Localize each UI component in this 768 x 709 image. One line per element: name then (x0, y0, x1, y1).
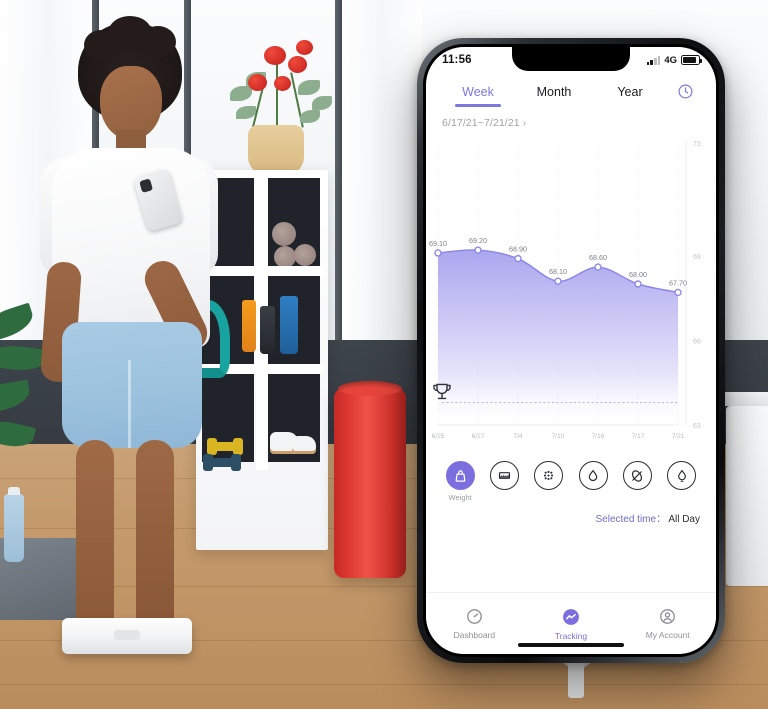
svg-text:68.00: 68.00 (629, 270, 647, 279)
phone-bezel: 11:56 4G Week Month Year 6/17/21~7/21/21… (423, 44, 719, 657)
bmi-icon (489, 461, 519, 490)
bottle-dark (260, 306, 275, 354)
period-tabs: Week Month Year (426, 73, 716, 107)
dashboard-icon (466, 609, 482, 624)
svg-text:69.20: 69.20 (469, 236, 487, 245)
date-range-text: 6/17/21~7/21/21 (442, 117, 520, 129)
metric-weight-label: Weight (448, 493, 472, 502)
svg-text:7/21: 7/21 (672, 433, 685, 440)
date-range-selector[interactable]: 6/17/21~7/21/21 › (426, 107, 716, 131)
svg-text:68.90: 68.90 (509, 245, 527, 254)
nav-dashboard[interactable]: Dashboard (426, 593, 523, 654)
svg-text:66: 66 (693, 338, 701, 345)
battery-icon (681, 55, 702, 65)
network-type-label: 4G (664, 54, 677, 66)
selected-time-label: Selected time： (595, 514, 667, 525)
nav-dashboard-label: Dashboard (453, 630, 496, 640)
phone-screen: 11:56 4G Week Month Year 6/17/21~7/21/21… (426, 47, 716, 654)
smartphone-device: 11:56 4G Week Month Year 6/17/21~7/21/21… (417, 38, 725, 663)
body-fat-icon (534, 461, 564, 490)
svg-text:69: 69 (693, 254, 701, 261)
metric-bmr[interactable] (662, 461, 702, 490)
svg-text:7/16: 7/16 (592, 433, 605, 440)
water-bottle (4, 487, 24, 562)
metric-water[interactable] (573, 461, 613, 490)
metric-bmi[interactable] (484, 461, 524, 490)
svg-text:68.60: 68.60 (589, 253, 607, 262)
smart-bathroom-scale (62, 618, 192, 654)
selected-time-row[interactable]: Selected time： All Day (426, 504, 716, 525)
metric-selector-row: Weight (426, 453, 716, 504)
svg-text:73: 73 (693, 141, 701, 148)
woman-standing-on-scale (39, 16, 220, 662)
wicker-basket-pot (248, 125, 304, 175)
nav-account-label: My Account (645, 630, 690, 640)
svg-text:6/25: 6/25 (432, 433, 445, 440)
curtain-mid (342, 0, 422, 348)
tab-year[interactable]: Year (592, 81, 668, 107)
status-time: 11:56 (442, 54, 472, 66)
nav-my-account[interactable]: My Account (619, 593, 716, 654)
muscle-icon (622, 461, 652, 490)
svg-text:7/10: 7/10 (552, 433, 565, 440)
selected-time-value: All Day (668, 514, 700, 525)
svg-text:63: 63 (693, 423, 701, 430)
bottle-orange (242, 300, 256, 352)
foam-roller-red (334, 381, 406, 578)
metric-muscle[interactable] (617, 461, 657, 490)
svg-text:6/27: 6/27 (472, 433, 485, 440)
chart-canvas: 73 69 66 63 69.10 69.20 68.90 68.10 68.60 68.00 67… (429, 141, 701, 440)
svg-text:69.10: 69.10 (429, 239, 447, 248)
chevron-right-icon: › (522, 118, 527, 129)
window-mullion-3 (335, 0, 342, 348)
svg-text:67.70: 67.70 (669, 278, 687, 287)
nav-tracking-label: Tracking (554, 630, 588, 641)
home-indicator (518, 643, 624, 647)
svg-text:7/4: 7/4 (513, 433, 522, 440)
tracking-icon (563, 608, 579, 625)
signal-bars-icon (646, 55, 661, 65)
svg-text:7/17: 7/17 (632, 433, 645, 440)
metric-weight[interactable]: Weight (440, 461, 480, 502)
phone-notch (512, 47, 630, 71)
metric-body-fat[interactable] (529, 461, 569, 490)
weight-icon (445, 461, 475, 490)
bottle-blue (280, 296, 298, 354)
tab-month[interactable]: Month (516, 81, 592, 107)
clock-icon[interactable] (668, 83, 702, 106)
flame-icon (667, 461, 697, 490)
svg-text:68.10: 68.10 (549, 267, 567, 276)
account-icon (660, 609, 676, 624)
weight-chart[interactable]: 73 69 66 63 69.10 69.20 68.90 68.10 68.60 68.00 67… (426, 133, 716, 453)
water-drop-icon (578, 461, 608, 490)
chair-right (726, 406, 768, 586)
tab-week[interactable]: Week (440, 81, 516, 107)
